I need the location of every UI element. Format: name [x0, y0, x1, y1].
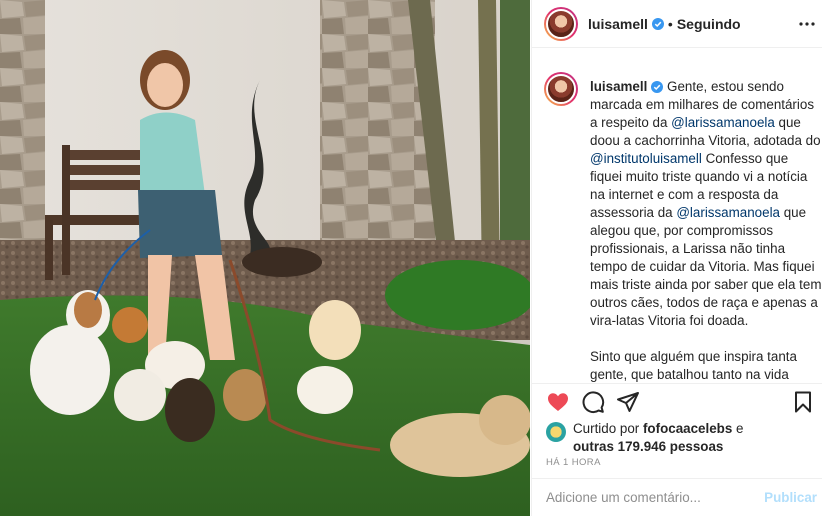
caption-username[interactable]: luisamell	[590, 79, 647, 94]
caption-author-avatar[interactable]	[544, 72, 578, 106]
caption-paragraph-2: Sinto que alguém que inspira tanta gente…	[590, 349, 797, 382]
comment-input[interactable]	[546, 490, 746, 505]
author-username[interactable]: luisamell	[588, 16, 648, 32]
mention-link[interactable]: @institutoluisamell	[590, 151, 702, 166]
more-options-icon[interactable]	[799, 16, 815, 32]
comment-icon[interactable]	[581, 390, 605, 414]
liker-username[interactable]: fofocaacelebs	[643, 421, 732, 436]
mention-link[interactable]: @larissamanoela	[676, 205, 780, 220]
likes-summary: Curtido por fofocaacelebs e outras 179.9…	[546, 420, 816, 456]
post-caption: luisamell Gente, estou sendo marcada em …	[590, 78, 822, 382]
publish-button[interactable]: Publicar	[764, 490, 817, 505]
caption-text-4: que alegou que, por compromissos profiss…	[590, 205, 822, 328]
caption-verified-icon	[651, 81, 664, 94]
post-image[interactable]	[0, 0, 530, 516]
post-timestamp[interactable]: HÁ 1 HORA	[546, 457, 601, 468]
author-avatar[interactable]	[544, 6, 578, 41]
like-heart-icon[interactable]	[546, 390, 570, 414]
post-side-panel: luisamell • Seguindo luisamell Gente, es…	[531, 0, 822, 516]
share-paper-plane-icon[interactable]	[616, 390, 640, 414]
header-separator: •	[667, 15, 673, 32]
likes-middle: e	[732, 421, 744, 436]
save-bookmark-icon[interactable]	[791, 390, 815, 414]
likes-text: Curtido por fofocaacelebs e outras 179.9…	[573, 420, 743, 456]
likes-prefix: Curtido por	[573, 421, 643, 436]
post-photo-illustration	[0, 0, 530, 516]
comment-bar: Publicar	[532, 478, 822, 516]
mention-link[interactable]: @larissamanoela	[671, 115, 775, 130]
post-actions-bar	[532, 383, 822, 419]
post-header: luisamell • Seguindo	[532, 0, 822, 48]
verified-badge-icon	[651, 17, 664, 30]
likes-count[interactable]: outras 179.946 pessoas	[573, 439, 723, 454]
following-button[interactable]: Seguindo	[677, 16, 741, 32]
caption-section: luisamell Gente, estou sendo marcada em …	[532, 69, 822, 382]
liker-avatar[interactable]	[546, 422, 566, 442]
